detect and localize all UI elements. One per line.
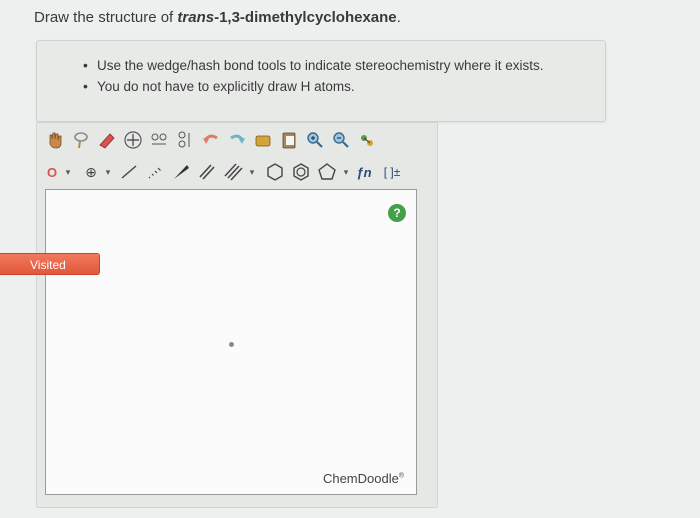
question-title: Draw the structure of trans-1,3-dimethyl… [34, 9, 401, 26]
element-dropdown-arrow[interactable]: ▾ [63, 167, 73, 178]
cyclohexane-ring-button[interactable] [263, 160, 287, 184]
redo-icon [230, 134, 245, 144]
hand-tool-button[interactable] [43, 128, 67, 152]
flip-vertical-icon [178, 131, 190, 148]
charge-button[interactable]: ⊕ [81, 160, 101, 184]
triple-bond-icon [224, 163, 243, 181]
chemdoodle-brand: ChemDoodle® [323, 471, 404, 486]
single-bond-button[interactable] [117, 160, 141, 184]
brand-name: ChemDoodle [322, 471, 399, 486]
triple-bond-button[interactable] [221, 160, 245, 184]
instruction-item: You do not have to explicitly draw H ato… [83, 76, 543, 97]
help-button[interactable]: ? [388, 204, 406, 222]
charge-dropdown-arrow[interactable]: ▾ [103, 167, 113, 178]
center-icon [124, 131, 142, 149]
lasso-tool-button[interactable] [69, 128, 93, 152]
toolbar-row-1 [43, 127, 381, 153]
hand-icon [49, 132, 62, 149]
element-label: O [46, 164, 58, 180]
double-bond-icon [199, 164, 215, 180]
toolbar-row-2: O ▾ ⊕ ▾ ▾ ▾ ƒn []± [43, 159, 407, 185]
instruction-item: Use the wedge/hash bond tools to indicat… [83, 55, 543, 76]
zoom-in-icon [307, 132, 323, 148]
paste-button[interactable] [277, 128, 301, 152]
cleanup-icon [255, 135, 271, 147]
benzene-icon [293, 163, 309, 181]
instructions-box: Use the wedge/hash bond tools to indicat… [36, 40, 606, 122]
compound-stereo-prefix: trans [177, 9, 215, 26]
charge-plus-icon: ⊕ [85, 163, 97, 180]
center-tool-button[interactable] [121, 128, 145, 152]
wedge-bond-icon [174, 165, 189, 179]
molecule-settings-icon [361, 135, 373, 146]
zoom-out-icon [333, 132, 349, 148]
eraser-tool-button[interactable] [95, 128, 119, 152]
flip-horizontal-icon [151, 133, 167, 145]
bond-dropdown-arrow[interactable]: ▾ [247, 167, 257, 178]
chain-icon: ƒn [356, 164, 372, 180]
settings-button[interactable] [355, 128, 379, 152]
lasso-icon [74, 132, 88, 149]
single-bond-icon [121, 165, 137, 179]
double-bond-button[interactable] [195, 160, 219, 184]
zoom-in-button[interactable] [303, 128, 327, 152]
chemdoodle-editor: O ▾ ⊕ ▾ ▾ ▾ ƒn []± ? ChemDoodle® [36, 122, 438, 508]
flip-vertical-button[interactable] [173, 128, 197, 152]
undo-icon [203, 134, 218, 144]
hexagon-icon [267, 163, 283, 181]
brackets-button[interactable]: [ ]± [379, 160, 405, 184]
question-prefix: Draw the structure of [34, 9, 178, 26]
ring-dropdown-arrow[interactable]: ▾ [341, 167, 351, 178]
wedge-bond-button[interactable] [169, 160, 193, 184]
compound-name: -1,3-dimethylcyclohexane [214, 9, 397, 26]
drawing-canvas[interactable]: ? ChemDoodle® [45, 189, 417, 495]
clipboard-icon [282, 132, 296, 149]
brand-mark: ® [398, 472, 404, 480]
hash-bond-button[interactable] [143, 160, 167, 184]
element-select-button[interactable]: O [43, 160, 61, 184]
hash-bond-icon [148, 167, 161, 179]
instructions-list: Use the wedge/hash bond tools to indicat… [83, 55, 543, 97]
cursor-dot [229, 342, 234, 347]
flip-horizontal-button[interactable] [147, 128, 171, 152]
clean-button[interactable] [251, 128, 275, 152]
eraser-icon [99, 133, 115, 149]
zoom-out-button[interactable] [329, 128, 353, 152]
brackets-icon: [ ]± [383, 165, 401, 179]
pentagon-icon [318, 163, 336, 180]
benzene-ring-button[interactable] [289, 160, 313, 184]
redo-button[interactable] [225, 128, 249, 152]
question-suffix: . [396, 9, 401, 26]
undo-button[interactable] [199, 128, 223, 152]
pentagon-ring-button[interactable] [315, 160, 339, 184]
chain-tool-button[interactable]: ƒn [351, 160, 377, 184]
visited-badge: Visited [0, 253, 100, 275]
